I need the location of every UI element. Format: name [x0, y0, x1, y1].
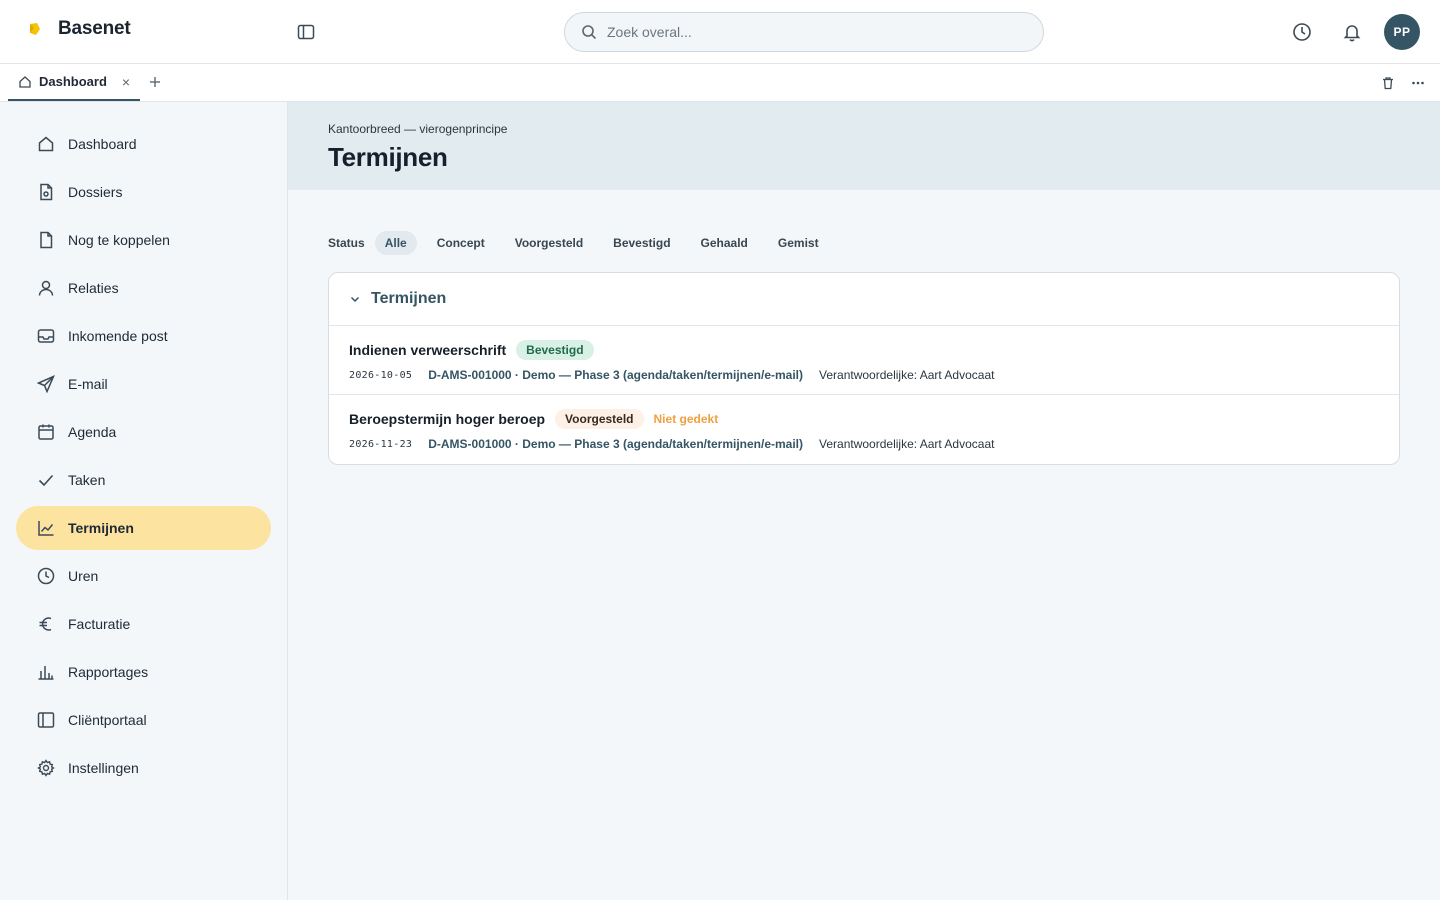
- card-title: Termijnen: [371, 290, 447, 307]
- search-icon: [582, 25, 597, 40]
- brand-logo-icon: [30, 23, 40, 35]
- bell-icon: [1343, 25, 1361, 42]
- sidebar-item-uren[interactable]: Uren: [16, 554, 271, 598]
- tab-dashboard[interactable]: Dashboard ×: [8, 64, 141, 101]
- sidebar-item-dossiers[interactable]: Dossiers: [16, 170, 271, 214]
- gear-icon: [36, 758, 56, 778]
- clock-icon: [36, 566, 56, 586]
- sidebar-toggle-button[interactable]: [294, 20, 318, 44]
- sidebar-item-relaties[interactable]: Relaties: [16, 266, 271, 310]
- sidebar-item-termijnen[interactable]: Termijnen: [16, 506, 271, 550]
- ellipsis-icon: [1412, 81, 1424, 85]
- delete-tabs-button[interactable]: [1379, 74, 1397, 92]
- brand-name: Basenet: [58, 18, 131, 39]
- sidebar-item-label: Termijnen: [68, 520, 134, 536]
- plus-icon: [150, 77, 160, 87]
- list-item[interactable]: Beroepstermijn hoger beroep Voorgesteld …: [329, 395, 1399, 464]
- filter-chip-gehaald[interactable]: Gehaald: [691, 231, 758, 255]
- deadline-date: 2026-11-23: [349, 438, 413, 450]
- calendar-icon: [36, 422, 56, 442]
- sidebar-item-label: Taken: [68, 472, 106, 488]
- breadcrumb: Kantoorbreed — vierogenprincipe: [328, 122, 508, 136]
- deadline-title: Indienen verweerschrift: [349, 342, 507, 358]
- deadline-date: 2026-10-05: [349, 369, 413, 381]
- tab-label: Dashboard: [39, 74, 107, 89]
- chart-line-icon: [36, 518, 56, 538]
- coverage-warning: Niet gedekt: [653, 412, 719, 426]
- sidebar-item-nog-te-koppelen[interactable]: Nog te koppelen: [16, 218, 271, 262]
- sidebar-item-clientportaal[interactable]: Cliëntportaal: [16, 698, 271, 742]
- status-filter: Status Alle Concept Voorgesteld Bevestig…: [328, 230, 839, 256]
- home-icon: [36, 134, 56, 154]
- euro-icon: [36, 614, 56, 634]
- responsible-person: Verantwoordelijke: Aart Advocaat: [819, 437, 995, 451]
- sidebar-panel-icon: [297, 24, 315, 40]
- sidebar-item-label: Cliëntportaal: [68, 712, 147, 728]
- list-item[interactable]: Indienen verweerschrift Bevestigd 2026-1…: [329, 326, 1399, 395]
- status-badge: Bevestigd: [516, 340, 594, 360]
- status-filter-label: Status: [328, 236, 365, 250]
- tab-close-button[interactable]: ×: [122, 75, 130, 89]
- home-icon: [19, 75, 31, 88]
- panel-icon: [36, 710, 56, 730]
- sidebar-item-rapportages[interactable]: Rapportages: [16, 650, 271, 694]
- document-icon: [36, 230, 56, 250]
- sidebar-item-label: Dashboard: [68, 136, 137, 152]
- inbox-icon: [36, 326, 56, 346]
- global-search[interactable]: [564, 12, 1044, 52]
- sidebar-item-label: Rapportages: [68, 664, 149, 680]
- user-avatar[interactable]: PP: [1384, 14, 1420, 50]
- history-button[interactable]: [1290, 20, 1314, 44]
- sidebar-item-agenda[interactable]: Agenda: [16, 410, 271, 454]
- sidebar-item-instellingen[interactable]: Instellingen: [16, 746, 271, 790]
- sidebar-item-label: Nog te koppelen: [68, 232, 170, 248]
- chevron-down-icon: [350, 296, 360, 303]
- send-icon: [36, 374, 56, 394]
- notifications-button[interactable]: [1340, 20, 1364, 44]
- sidebar-item-label: Dossiers: [68, 184, 123, 200]
- status-badge: Voorgesteld: [555, 409, 644, 429]
- more-options-button[interactable]: [1409, 74, 1427, 92]
- sidebar: Dashboard Dossiers Nog te koppelen Relat…: [0, 102, 288, 900]
- page-title: Termijnen: [328, 142, 448, 172]
- user-icon: [36, 278, 56, 298]
- file-icon: [36, 182, 56, 202]
- sidebar-item-inkomende-post[interactable]: Inkomende post: [16, 314, 271, 358]
- filter-chip-bevestigd[interactable]: Bevestigd: [603, 231, 680, 255]
- sidebar-item-taken[interactable]: Taken: [16, 458, 271, 502]
- search-input[interactable]: [607, 24, 1007, 40]
- top-bar: Basenet PP: [0, 0, 1440, 64]
- filter-chip-voorgesteld[interactable]: Voorgesteld: [505, 231, 593, 255]
- sidebar-item-label: E-mail: [68, 376, 108, 392]
- termijnen-card: Termijnen Indienen verweerschrift Bevest…: [328, 272, 1400, 465]
- brand[interactable]: Basenet: [24, 18, 131, 40]
- bar-chart-icon: [36, 662, 56, 682]
- check-icon: [36, 470, 56, 490]
- responsible-person: Verantwoordelijke: Aart Advocaat: [819, 368, 995, 382]
- sidebar-item-label: Instellingen: [68, 760, 139, 776]
- tab-bar: Dashboard ×: [0, 64, 1440, 102]
- sidebar-item-label: Relaties: [68, 280, 119, 296]
- sidebar-item-label: Uren: [68, 568, 99, 584]
- page-header: Kantoorbreed — vierogenprincipe Termijne…: [288, 102, 1440, 190]
- dossier-link[interactable]: D-AMS-001000 · Demo — Phase 3 (agenda/ta…: [428, 437, 803, 451]
- sidebar-item-dashboard[interactable]: Dashboard: [16, 122, 271, 166]
- sidebar-item-label: Inkomende post: [68, 328, 168, 344]
- filter-chip-gemist[interactable]: Gemist: [768, 231, 829, 255]
- deadline-title: Beroepstermijn hoger beroep: [349, 411, 546, 427]
- sidebar-item-e-mail[interactable]: E-mail: [16, 362, 271, 406]
- filter-chip-concept[interactable]: Concept: [427, 231, 495, 255]
- termijnen-card-header[interactable]: Termijnen: [329, 273, 1399, 326]
- trash-icon: [1383, 77, 1393, 90]
- filter-chip-alle[interactable]: Alle: [374, 231, 417, 255]
- add-tab-button[interactable]: [146, 73, 164, 91]
- sidebar-item-facturatie[interactable]: Facturatie: [16, 602, 271, 646]
- sidebar-item-label: Facturatie: [68, 616, 131, 632]
- dossier-link[interactable]: D-AMS-001000 · Demo — Phase 3 (agenda/ta…: [428, 368, 803, 382]
- clock-icon: [1293, 23, 1311, 41]
- sidebar-item-label: Agenda: [68, 424, 117, 440]
